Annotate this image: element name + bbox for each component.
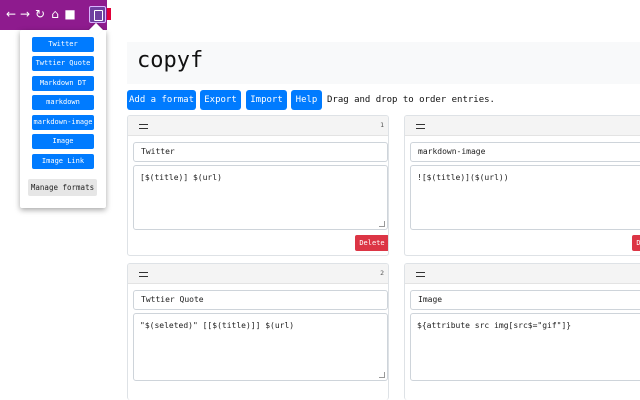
resize-grip-icon[interactable]	[379, 372, 385, 378]
format-name-input[interactable]: Twitter	[133, 142, 388, 162]
drag-handle-icon[interactable]	[139, 124, 148, 129]
back-arrow-icon[interactable]: ←	[4, 7, 18, 21]
card-header: 1	[128, 116, 388, 136]
format-name-input[interactable]: markdown-image	[410, 142, 640, 162]
extension-icon[interactable]	[89, 6, 106, 23]
page-header: copyf	[127, 42, 640, 84]
template-text: [$(title)] $(url)	[140, 173, 222, 182]
popup-format-image-link[interactable]: Image Link	[32, 154, 94, 169]
template-text: "$(seleted)" [[$(title)]] $(url)	[140, 321, 295, 330]
drag-handle-icon[interactable]	[139, 272, 148, 277]
format-name-input[interactable]: Image	[410, 290, 640, 310]
format-card: 2 Twttier Quote "$(seleted)" [[$(title)]…	[127, 263, 389, 400]
popup-format-twttier-quote[interactable]: Twttier Quote	[32, 56, 94, 71]
manage-formats-button[interactable]: Manage formats	[28, 179, 97, 196]
format-card: Image ${attribute src img[src$="gif"]}	[404, 263, 640, 400]
card-index: 1	[380, 121, 384, 129]
extension-popup: Twitter Twttier Quote Markdown DT markdo…	[20, 22, 106, 208]
popup-format-markdown-image[interactable]: markdown-image	[32, 115, 94, 130]
drag-handle-icon[interactable]	[416, 272, 425, 277]
delete-button[interactable]: Delete	[355, 235, 388, 251]
home-icon[interactable]: ⌂	[48, 7, 62, 21]
help-button[interactable]: Help	[291, 90, 322, 110]
popup-format-markdown-dt[interactable]: Markdown DT	[32, 76, 94, 91]
popup-format-image[interactable]: Image	[32, 134, 94, 149]
add-format-button[interactable]: Add a format	[127, 90, 196, 110]
drag-hint: Drag and drop to order entries.	[327, 95, 495, 105]
card-header: 2	[128, 264, 388, 284]
template-text: ${attribute src img[src$="gif"]}	[417, 321, 572, 330]
format-card: markdown-image ![$(title)]($(url)) Delet…	[404, 115, 640, 256]
resize-grip-icon[interactable]	[379, 221, 385, 227]
format-template-textarea[interactable]: "$(seleted)" [[$(title)]] $(url)	[133, 313, 388, 381]
page-title: copyf	[137, 48, 204, 73]
bookmark-icon[interactable]: ■	[63, 7, 77, 21]
forward-arrow-icon[interactable]: →	[18, 7, 32, 21]
export-button[interactable]: Export	[200, 90, 241, 110]
popup-format-markdown[interactable]: markdown	[32, 95, 94, 110]
format-template-textarea[interactable]: ![$(title)]($(url))	[410, 165, 640, 230]
import-button[interactable]: Import	[246, 90, 287, 110]
card-header	[405, 116, 640, 136]
browser-toolbar: ← → ↻ ⌂ ■	[0, 0, 107, 30]
format-card: 1 Twitter [$(title)] $(url) Delete	[127, 115, 389, 256]
format-template-textarea[interactable]: [$(title)] $(url)	[133, 165, 388, 230]
card-index: 2	[380, 269, 384, 277]
popup-format-twitter[interactable]: Twitter	[32, 37, 94, 52]
format-template-textarea[interactable]: ${attribute src img[src$="gif"]}	[410, 313, 640, 381]
reload-icon[interactable]: ↻	[33, 7, 47, 21]
template-text: ![$(title)]($(url))	[417, 173, 509, 182]
drag-handle-icon[interactable]	[416, 124, 425, 129]
format-name-input[interactable]: Twttier Quote	[133, 290, 388, 310]
card-header	[405, 264, 640, 284]
tab-edge	[107, 8, 111, 20]
delete-button[interactable]: Delete	[632, 235, 640, 251]
